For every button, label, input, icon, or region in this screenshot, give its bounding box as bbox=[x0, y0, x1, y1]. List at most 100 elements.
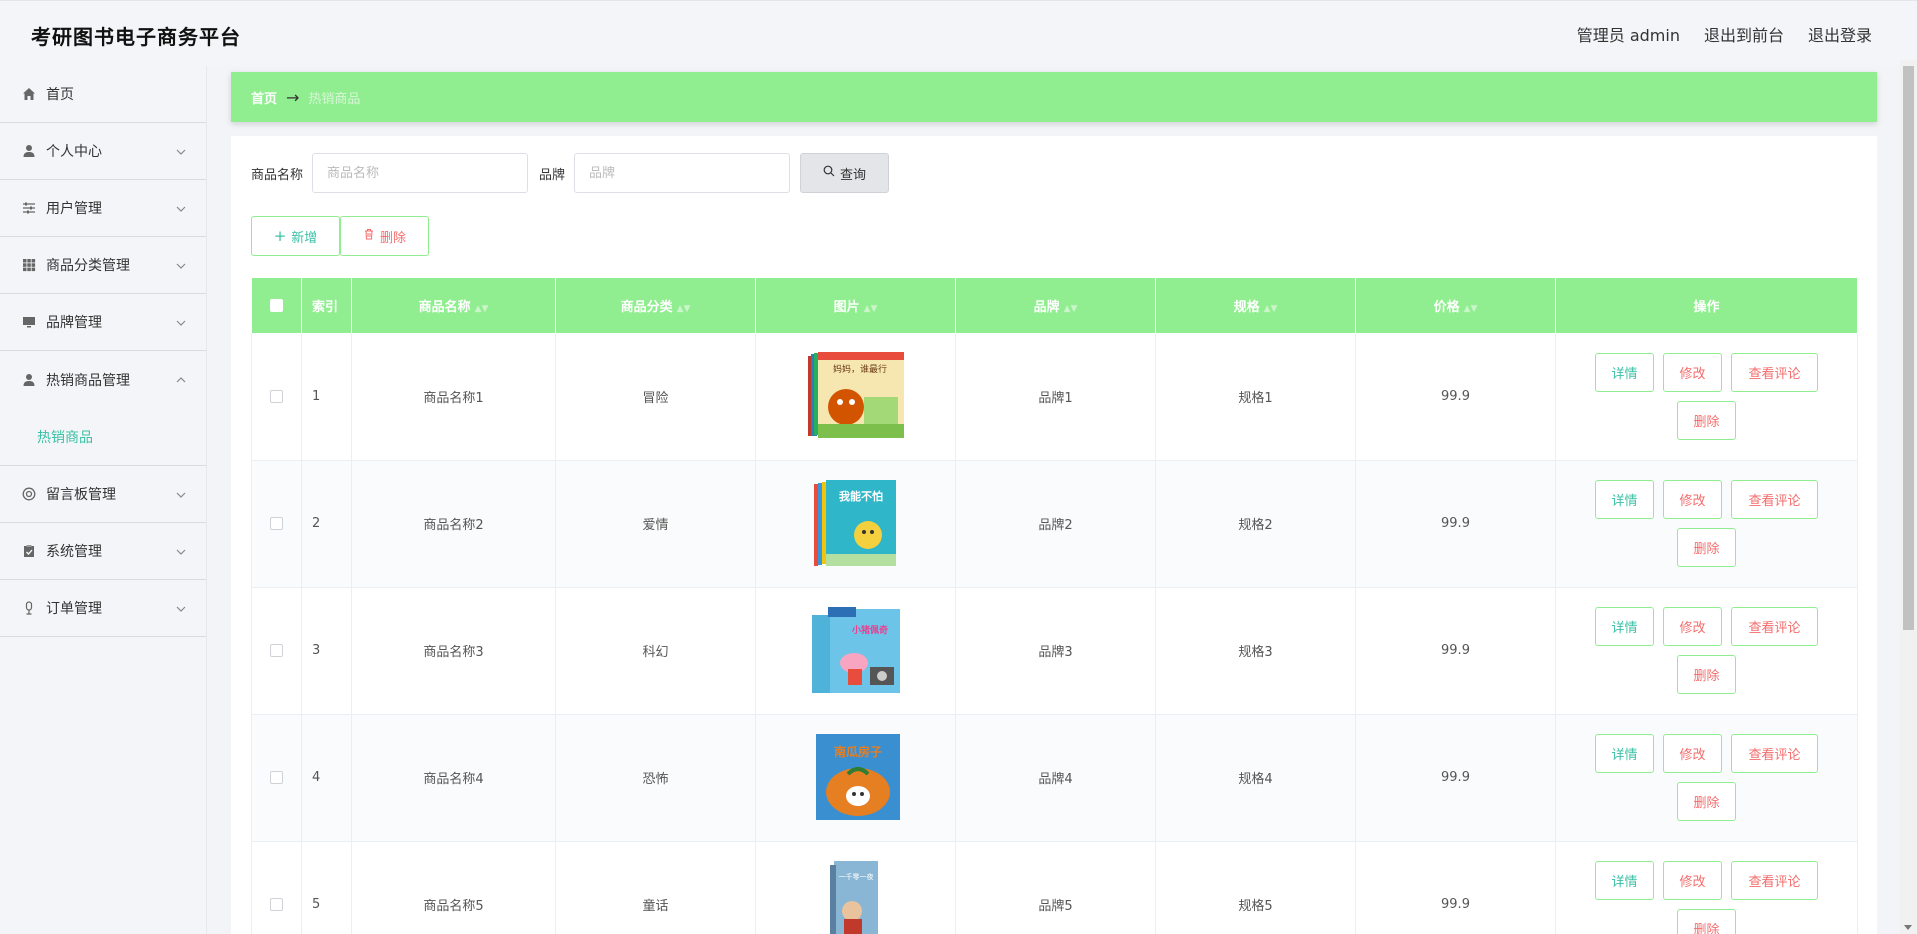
col-category-label: 商品分类 bbox=[620, 300, 673, 315]
sidebar-item-label: 用户管理 bbox=[46, 201, 102, 217]
sidebar-item-home[interactable]: 首页 bbox=[0, 66, 206, 123]
brand-search-input[interactable] bbox=[574, 153, 791, 193]
row-delete-button[interactable]: 删除 bbox=[1677, 782, 1736, 821]
row-checkbox[interactable] bbox=[270, 517, 283, 530]
price-cell: 99.9 bbox=[1355, 460, 1556, 588]
col-image[interactable]: 图片 ▲▼ bbox=[755, 278, 956, 333]
logout-link[interactable]: 退出登录 bbox=[1808, 22, 1872, 46]
add-button-label: 新增 bbox=[291, 230, 318, 246]
sliders-icon bbox=[21, 200, 37, 216]
detail-button[interactable]: 详情 bbox=[1595, 861, 1654, 900]
detail-button[interactable]: 详情 bbox=[1595, 352, 1654, 392]
edit-button[interactable]: 修改 bbox=[1663, 861, 1722, 900]
detail-button[interactable]: 详情 bbox=[1595, 607, 1654, 646]
row-delete-button[interactable]: 删除 bbox=[1677, 655, 1736, 694]
category-cell: 恐怖 bbox=[555, 714, 756, 842]
scroll-down-icon[interactable] bbox=[1904, 925, 1912, 930]
row-checkbox[interactable] bbox=[270, 771, 283, 784]
row-delete-button[interactable]: 删除 bbox=[1677, 909, 1736, 934]
table-row: 1 商品名称1 冒险 妈妈，谁最行 品牌1 规格1 99.9 详情 修改 查看评… bbox=[251, 333, 1858, 461]
action-bar: + 新增 删除 bbox=[251, 216, 429, 256]
bulk-delete-button[interactable]: 删除 bbox=[340, 216, 429, 256]
vertical-scrollbar[interactable] bbox=[1900, 60, 1917, 934]
view-reviews-button[interactable]: 查看评论 bbox=[1731, 480, 1818, 519]
row-checkbox[interactable] bbox=[270, 898, 283, 911]
chevron-down-icon bbox=[176, 316, 186, 326]
cover-text: 我能不怕 bbox=[839, 489, 883, 503]
view-reviews-button[interactable]: 查看评论 bbox=[1731, 734, 1818, 773]
sidebar-item-brand[interactable]: 品牌管理 bbox=[0, 294, 206, 351]
sidebar-item-hot[interactable]: 热销商品管理 bbox=[0, 351, 206, 408]
edit-button[interactable]: 修改 bbox=[1663, 734, 1722, 773]
book-cover-image[interactable]: 我能不怕 bbox=[808, 479, 904, 568]
edit-button[interactable]: 修改 bbox=[1663, 352, 1722, 392]
edit-button[interactable]: 修改 bbox=[1663, 480, 1722, 519]
row-delete-button[interactable]: 删除 bbox=[1677, 528, 1736, 567]
category-cell: 爱情 bbox=[555, 460, 756, 588]
select-all-checkbox[interactable] bbox=[269, 299, 283, 312]
sidebar-item-users[interactable]: 用户管理 bbox=[0, 180, 206, 237]
sidebar-item-orders[interactable]: 订单管理 bbox=[0, 580, 206, 637]
breadcrumb-home[interactable]: 首页 bbox=[251, 88, 277, 107]
row-checkbox-cell bbox=[251, 333, 302, 461]
index-cell: 3 bbox=[301, 587, 352, 715]
col-name[interactable]: 商品名称 ▲▼ bbox=[351, 278, 556, 333]
row-checkbox[interactable] bbox=[270, 644, 283, 657]
sidebar-item-category[interactable]: 商品分类管理 bbox=[0, 237, 206, 294]
query-button[interactable]: 查询 bbox=[800, 153, 890, 193]
chevron-down-icon bbox=[176, 259, 186, 269]
row-checkbox-cell bbox=[251, 460, 302, 588]
breadcrumb-current: 热销商品 bbox=[308, 91, 361, 107]
book-cover-image[interactable]: 一千零一夜 bbox=[808, 860, 904, 934]
actions-cell: 详情 修改 查看评论 删除 bbox=[1555, 714, 1858, 842]
name-cell: 商品名称4 bbox=[351, 714, 556, 842]
detail-button[interactable]: 详情 bbox=[1595, 480, 1654, 519]
detail-button[interactable]: 详情 bbox=[1595, 734, 1654, 773]
spec-cell: 规格3 bbox=[1155, 587, 1356, 715]
col-brand[interactable]: 品牌 ▲▼ bbox=[955, 278, 1156, 333]
sidebar-item-label: 品牌管理 bbox=[46, 315, 102, 331]
row-delete-button[interactable]: 删除 bbox=[1677, 400, 1736, 440]
sidebar-subitem-hot-goods[interactable]: 热销商品 bbox=[0, 408, 206, 466]
sort-icon: ▲▼ bbox=[676, 304, 691, 314]
name-search-input[interactable] bbox=[312, 153, 529, 193]
chevron-down-icon bbox=[176, 145, 186, 155]
sidebar-item-message[interactable]: 留言板管理 bbox=[0, 466, 206, 523]
sort-icon: ▲▼ bbox=[863, 304, 878, 314]
add-button[interactable]: + 新增 bbox=[251, 216, 340, 256]
chevron-down-icon bbox=[176, 202, 186, 212]
spec-cell: 规格4 bbox=[1155, 714, 1356, 842]
index-cell: 2 bbox=[301, 460, 352, 588]
col-category[interactable]: 商品分类 ▲▼ bbox=[555, 278, 756, 333]
row-checkbox-cell bbox=[251, 714, 302, 842]
row-checkbox[interactable] bbox=[270, 389, 283, 403]
sort-icon: ▲▼ bbox=[1263, 304, 1278, 314]
col-price[interactable]: 价格 ▲▼ bbox=[1355, 278, 1556, 333]
book-cover-image[interactable]: 小猪佩奇 bbox=[808, 606, 904, 695]
sidebar-item-system[interactable]: 系统管理 bbox=[0, 523, 206, 580]
spec-cell: 规格2 bbox=[1155, 460, 1356, 588]
view-reviews-button[interactable]: 查看评论 bbox=[1731, 607, 1818, 646]
scrollbar-thumb[interactable] bbox=[1903, 66, 1914, 630]
cover-text: 小猪佩奇 bbox=[850, 624, 887, 636]
clipboard-icon bbox=[21, 543, 37, 559]
actions-cell: 详情 修改 查看评论 删除 bbox=[1555, 841, 1858, 934]
view-reviews-button[interactable]: 查看评论 bbox=[1731, 352, 1818, 392]
image-cell: 妈妈，谁最行 bbox=[755, 333, 956, 461]
sidebar-item-label: 留言板管理 bbox=[46, 487, 116, 503]
sidebar-item-personal[interactable]: 个人中心 bbox=[0, 123, 206, 180]
row-checkbox-cell bbox=[251, 587, 302, 715]
trash-icon bbox=[363, 228, 375, 244]
actions-cell: 详情 修改 查看评论 删除 bbox=[1555, 333, 1858, 461]
col-actions: 操作 bbox=[1555, 278, 1858, 333]
col-spec[interactable]: 规格 ▲▼ bbox=[1155, 278, 1356, 333]
home-icon bbox=[21, 86, 37, 102]
book-cover-image[interactable]: 南瓜房子 bbox=[808, 733, 904, 822]
book-cover-image[interactable]: 妈妈，谁最行 bbox=[807, 352, 904, 440]
to-front-link[interactable]: 退出到前台 bbox=[1704, 22, 1784, 46]
sort-icon: ▲▼ bbox=[1463, 304, 1478, 314]
image-cell: 南瓜房子 bbox=[755, 714, 956, 842]
view-reviews-button[interactable]: 查看评论 bbox=[1731, 861, 1818, 900]
cover-text: 南瓜房子 bbox=[833, 744, 881, 759]
edit-button[interactable]: 修改 bbox=[1663, 607, 1722, 646]
